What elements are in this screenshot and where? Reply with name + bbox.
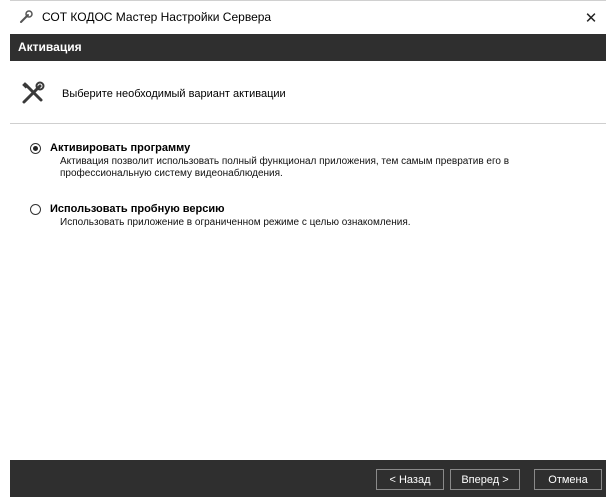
- next-button[interactable]: Вперед >: [450, 469, 520, 490]
- option-description: Активация позволит использовать полный ф…: [60, 156, 510, 179]
- activate-radio[interactable]: [30, 143, 41, 154]
- setup-wizard-window: СОТ КОДОС Мастер Настройки Сервера ✕ Акт…: [10, 0, 606, 497]
- app-wrench-icon: [20, 10, 33, 23]
- window-title: СОТ КОДОС Мастер Настройки Сервера: [42, 10, 272, 24]
- instruction-panel: Выберите необходимый вариант активации: [10, 61, 606, 124]
- title-bar[interactable]: СОТ КОДОС Мастер Настройки Сервера ✕: [10, 0, 606, 35]
- tools-icon: [22, 81, 45, 104]
- close-button[interactable]: ✕: [576, 1, 606, 35]
- page-title: Активация: [18, 40, 82, 54]
- trial-radio[interactable]: [30, 204, 41, 215]
- footer-bar: < Назад Вперед > Отмена: [10, 460, 606, 497]
- page-header: Активация: [10, 34, 606, 61]
- instruction-text: Выберите необходимый вариант активации: [62, 88, 286, 100]
- back-button[interactable]: < Назад: [376, 469, 444, 490]
- option-title[interactable]: Активировать программу: [50, 142, 190, 154]
- option-title[interactable]: Использовать пробную версию: [50, 203, 225, 215]
- cancel-button[interactable]: Отмена: [534, 469, 602, 490]
- option-description: Использовать приложение в ограниченном р…: [60, 217, 411, 228]
